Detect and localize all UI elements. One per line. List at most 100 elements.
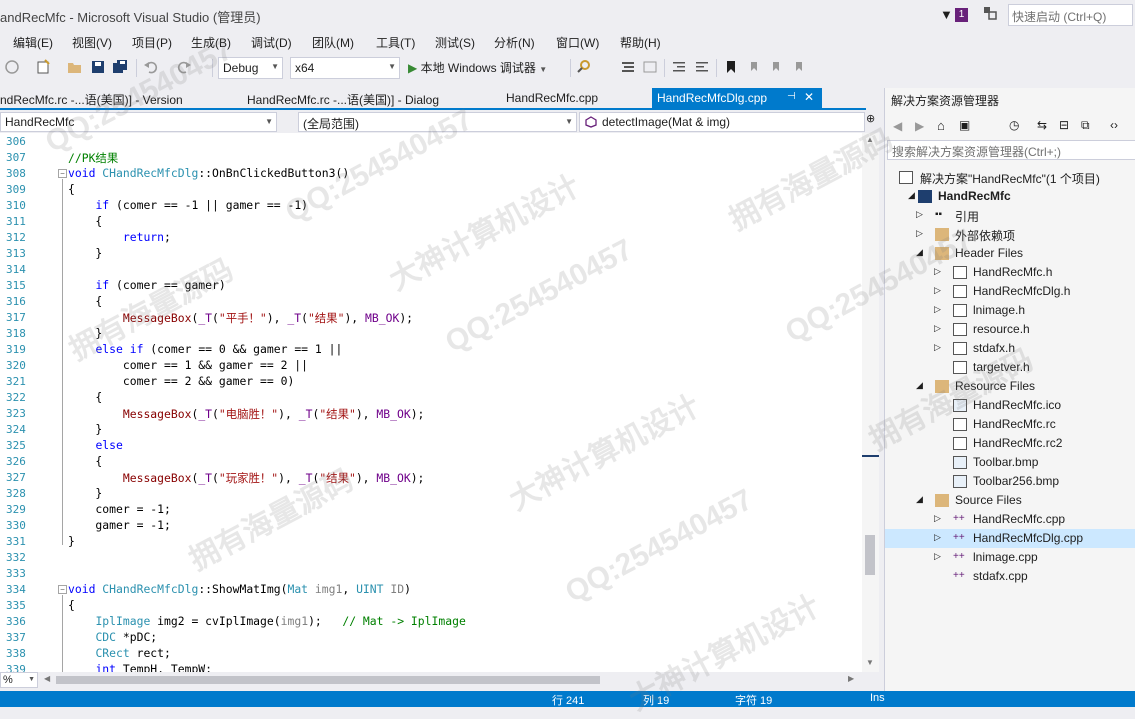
collapse-toggle[interactable]: − (58, 169, 67, 178)
tree-file[interactable]: HandRecMfc.ico (885, 396, 1135, 415)
tree-file-selected[interactable]: ▷ ++ HandRecMfcDlg.cpp (885, 529, 1135, 548)
menu-edit[interactable]: 编辑(E) (13, 34, 53, 51)
tree-file[interactable]: ▷ ++ HandRecMfc.cpp (885, 510, 1135, 529)
next-bookmark-icon[interactable] (768, 59, 784, 75)
tree-file[interactable]: HandRecMfc.rc2 (885, 434, 1135, 453)
member-dropdown[interactable]: detectImage(Mat & img) (579, 112, 865, 132)
collapsed-icon[interactable]: ▷ (934, 304, 941, 315)
outdent-icon[interactable] (671, 59, 687, 75)
tree-file[interactable]: ▷ HandRecMfcDlg.h (885, 282, 1135, 301)
menu-tools[interactable]: 工具(T) (376, 34, 415, 51)
tree-file[interactable]: HandRecMfc.rc (885, 415, 1135, 434)
tree-references[interactable]: ▷ ▪▪ 引用 (885, 206, 1135, 225)
code-editor[interactable]: 306 307 308 309 310 311 312 313 314 315 … (0, 133, 862, 672)
back-icon[interactable]: ◀ (893, 119, 902, 133)
tree-file[interactable]: targetver.h (885, 358, 1135, 377)
scroll-up-icon[interactable]: ▲ (866, 135, 874, 144)
new-project-icon[interactable] (35, 59, 51, 75)
menu-window[interactable]: 窗口(W) (556, 34, 599, 51)
open-file-icon[interactable] (67, 59, 83, 75)
save-icon[interactable] (90, 59, 106, 75)
tree-header-files[interactable]: ◢ Header Files (885, 244, 1135, 263)
start-debugging-button[interactable]: ▶ 本地 Windows 调试器 ▼ (408, 59, 547, 76)
tree-project[interactable]: ◢ HandRecMfc (885, 187, 1135, 206)
expanded-icon[interactable]: ◢ (916, 494, 923, 505)
scroll-thumb[interactable] (865, 535, 875, 575)
collapsed-icon[interactable]: ▷ (916, 209, 923, 220)
tree-resource-files[interactable]: ◢ Resource Files (885, 377, 1135, 396)
menu-view[interactable]: 视图(V) (72, 34, 112, 51)
find-icon[interactable] (576, 59, 592, 75)
editor-vertical-scrollbar[interactable]: ▲ ▼ (862, 133, 879, 672)
scope-dropdown[interactable]: (全局范围) ▼ (298, 112, 577, 132)
forward-icon[interactable]: ▶ (915, 119, 924, 133)
tab-dialog-rc[interactable]: HandRecMfc.rc -...语(美国)] - Dialog (247, 88, 487, 109)
scroll-down-icon[interactable]: ▼ (866, 658, 874, 667)
tab-version-rc[interactable]: ndRecMfc.rc -...语(美国)] - Version (0, 88, 236, 109)
pin-icon[interactable]: ⊣ (787, 91, 796, 102)
tree-file[interactable]: Toolbar.bmp (885, 453, 1135, 472)
tree-file[interactable]: ▷ resource.h (885, 320, 1135, 339)
comment-icon[interactable] (642, 59, 658, 75)
scroll-left-icon[interactable]: ◀ (44, 674, 50, 683)
platform-dropdown[interactable]: x64 ▼ (290, 57, 400, 79)
bookmark-icon[interactable] (723, 59, 739, 75)
collapsed-icon[interactable]: ▷ (934, 285, 941, 296)
undo-icon[interactable] (143, 59, 159, 75)
menu-debug[interactable]: 调试(D) (251, 34, 292, 51)
zoom-dropdown[interactable]: % ▼ (0, 672, 38, 688)
tree-file[interactable]: ▷ HandRecMfc.h (885, 263, 1135, 282)
collapsed-icon[interactable]: ▷ (934, 266, 941, 277)
collapse-all-icon[interactable]: ⊟ (1059, 118, 1069, 132)
tree-source-files[interactable]: ◢ Source Files (885, 491, 1135, 510)
collapsed-icon[interactable]: ▷ (934, 513, 941, 524)
quick-launch-input[interactable]: 快速启动 (Ctrl+Q) (1008, 4, 1133, 26)
menu-build[interactable]: 生成(B) (191, 34, 231, 51)
config-dropdown[interactable]: Debug ▼ (218, 57, 283, 79)
tab-handrecmfcdlg-cpp[interactable]: HandRecMfcDlg.cpp ⊣ ✕ (652, 88, 822, 109)
prev-bookmark-icon[interactable] (746, 59, 762, 75)
scroll-right-icon[interactable]: ▶ (848, 674, 854, 683)
filter-icon[interactable]: ▼ (940, 7, 953, 22)
tree-file[interactable]: ▷ ++ lnimage.cpp (885, 548, 1135, 567)
close-icon[interactable]: ✕ (804, 90, 814, 104)
redo-icon[interactable] (176, 59, 192, 75)
collapsed-icon[interactable]: ▷ (934, 342, 941, 353)
back-icon[interactable] (4, 59, 20, 75)
split-icon[interactable]: ⊕ (866, 112, 875, 125)
solution-search-input[interactable]: 搜索解决方案资源管理器(Ctrl+;) (887, 140, 1135, 160)
menu-team[interactable]: 团队(M) (312, 34, 354, 51)
menu-analyze[interactable]: 分析(N) (494, 34, 535, 51)
step-icon[interactable] (620, 59, 636, 75)
expanded-icon[interactable]: ◢ (916, 380, 923, 391)
horizontal-scroll-thumb[interactable] (56, 676, 600, 684)
save-all-icon[interactable] (112, 59, 128, 75)
tab-handrecmfc-cpp[interactable]: HandRecMfc.cpp (506, 88, 646, 109)
expanded-icon[interactable]: ◢ (916, 247, 923, 258)
feedback-icon[interactable] (983, 5, 997, 21)
tree-file[interactable]: Toolbar256.bmp (885, 472, 1135, 491)
collapsed-icon[interactable]: ▷ (934, 532, 941, 543)
tree-solution[interactable]: 解决方案"HandRecMfc"(1 个项目) (885, 168, 1135, 187)
menu-test[interactable]: 测试(S) (435, 34, 475, 51)
clear-bookmarks-icon[interactable] (791, 59, 807, 75)
collapsed-icon[interactable]: ▷ (916, 228, 923, 239)
menu-help[interactable]: 帮助(H) (620, 34, 661, 51)
tree-file[interactable]: ++ stdafx.cpp (885, 567, 1135, 586)
collapse-toggle[interactable]: − (58, 585, 67, 594)
menu-project[interactable]: 项目(P) (132, 34, 172, 51)
tree-file[interactable]: ▷ stdafx.h (885, 339, 1135, 358)
tree-external-deps[interactable]: ▷ 外部依赖项 (885, 225, 1135, 244)
notification-badge[interactable]: 1 (955, 8, 968, 22)
tree-file[interactable]: ▷ lnimage.h (885, 301, 1135, 320)
sync-icon[interactable]: ⇆ (1037, 118, 1047, 132)
code-view-icon[interactable]: ‹› (1110, 118, 1118, 132)
collapsed-icon[interactable]: ▷ (934, 551, 941, 562)
home-icon[interactable]: ⌂ (937, 118, 945, 133)
collapsed-icon[interactable]: ▷ (934, 323, 941, 334)
history-icon[interactable]: ◷ (1009, 118, 1019, 132)
switch-views-icon[interactable]: ▣ (959, 118, 970, 132)
indent-icon[interactable] (694, 59, 710, 75)
expanded-icon[interactable]: ◢ (908, 190, 915, 201)
show-all-files-icon[interactable]: ⧉ (1081, 118, 1090, 133)
